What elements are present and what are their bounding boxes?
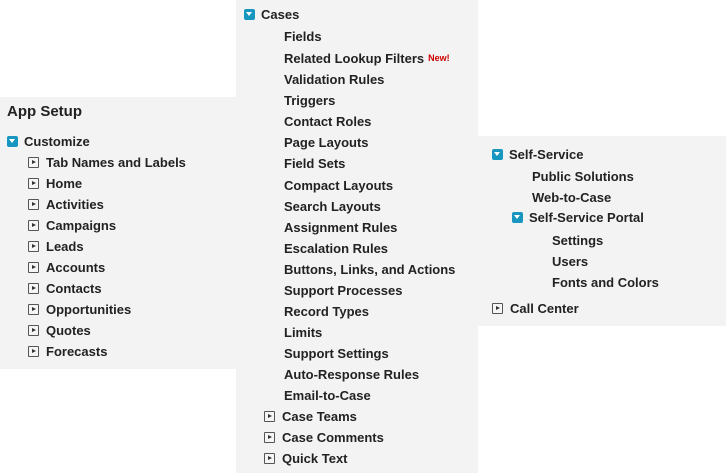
- tree-node-self-service[interactable]: Self-Service: [492, 147, 583, 163]
- portal-link-users[interactable]: Users: [552, 254, 588, 270]
- cases-link-contact-roles[interactable]: Contact Roles: [284, 114, 371, 130]
- cases-link-triggers[interactable]: Triggers: [284, 93, 335, 109]
- portal-link-fonts-and-colors[interactable]: Fonts and Colors: [552, 275, 659, 291]
- tree-node-label: Cases: [261, 7, 300, 22]
- tree-node-label: Case Comments: [282, 430, 384, 445]
- tree-node-label: Quick Text: [282, 451, 348, 466]
- tree-node-label: Contacts: [46, 281, 102, 296]
- tree-node-label: Activities: [46, 197, 104, 212]
- cases-link-support-settings[interactable]: Support Settings: [284, 346, 389, 362]
- cases-link-compact-layouts[interactable]: Compact Layouts: [284, 178, 393, 194]
- collapsed-triangle-icon[interactable]: [28, 283, 39, 294]
- collapsed-triangle-icon[interactable]: [28, 220, 39, 231]
- tree-node-label: Accounts: [46, 260, 106, 275]
- collapsed-triangle-icon[interactable]: [28, 346, 39, 357]
- tree-node-customize[interactable]: Customize: [7, 134, 90, 150]
- tree-node-case-comments[interactable]: Case Comments: [264, 430, 384, 446]
- tree-node-opportunities[interactable]: Opportunities: [28, 302, 131, 318]
- cases-link-search-layouts[interactable]: Search Layouts: [284, 199, 381, 215]
- tree-node-label: Forecasts: [46, 344, 108, 359]
- tree-node-label: Call Center: [510, 301, 579, 316]
- tree-node-case-teams[interactable]: Case Teams: [264, 409, 357, 425]
- cases-link-field-sets[interactable]: Field Sets: [284, 156, 345, 172]
- link-label: Related Lookup Filters: [284, 51, 425, 66]
- cases-link-page-layouts[interactable]: Page Layouts: [284, 135, 369, 151]
- expanded-triangle-icon[interactable]: [7, 136, 18, 147]
- collapsed-triangle-icon[interactable]: [28, 241, 39, 252]
- tree-node-tab-names-and-labels[interactable]: Tab Names and Labels: [28, 155, 186, 171]
- cases-link-assignment-rules[interactable]: Assignment Rules: [284, 220, 397, 236]
- tree-node-accounts[interactable]: Accounts: [28, 260, 105, 276]
- tree-node-label: Home: [46, 176, 83, 191]
- collapsed-triangle-icon[interactable]: [264, 432, 275, 443]
- tree-node-label: Customize: [24, 134, 90, 149]
- cases-link-auto-response-rules[interactable]: Auto-Response Rules: [284, 367, 419, 383]
- cases-link-record-types[interactable]: Record Types: [284, 304, 369, 320]
- tree-node-campaigns[interactable]: Campaigns: [28, 218, 116, 234]
- cases-link-escalation-rules[interactable]: Escalation Rules: [284, 241, 388, 257]
- tree-node-leads[interactable]: Leads: [28, 239, 84, 255]
- tree-node-label: Leads: [46, 239, 84, 254]
- collapsed-triangle-icon[interactable]: [28, 325, 39, 336]
- collapsed-triangle-icon[interactable]: [264, 411, 275, 422]
- expanded-triangle-icon[interactable]: [512, 212, 523, 223]
- collapsed-triangle-icon[interactable]: [28, 304, 39, 315]
- tree-node-cases[interactable]: Cases: [244, 7, 299, 23]
- tree-node-label: Self-Service Portal: [529, 210, 644, 225]
- collapsed-triangle-icon[interactable]: [28, 199, 39, 210]
- expanded-triangle-icon[interactable]: [244, 9, 255, 20]
- tree-node-label: Quotes: [46, 323, 91, 338]
- self-service-link-web-to-case[interactable]: Web-to-Case: [532, 190, 611, 206]
- new-badge: New!: [428, 53, 450, 63]
- tree-node-label: Self-Service: [509, 147, 584, 162]
- cases-link-fields[interactable]: Fields: [284, 29, 322, 45]
- self-service-panel: [478, 136, 726, 326]
- collapsed-triangle-icon[interactable]: [492, 303, 503, 314]
- collapsed-triangle-icon[interactable]: [28, 157, 39, 168]
- tree-node-label: Opportunities: [46, 302, 132, 317]
- portal-link-settings[interactable]: Settings: [552, 233, 603, 249]
- app-setup-heading: App Setup: [7, 103, 82, 120]
- self-service-link-public-solutions[interactable]: Public Solutions: [532, 169, 634, 185]
- tree-node-forecasts[interactable]: Forecasts: [28, 344, 107, 360]
- tree-node-call-center[interactable]: Call Center: [492, 301, 579, 317]
- cases-link-buttons-links-actions[interactable]: Buttons, Links, and Actions: [284, 262, 455, 278]
- cases-link-support-processes[interactable]: Support Processes: [284, 283, 403, 299]
- expanded-triangle-icon[interactable]: [492, 149, 503, 160]
- tree-node-quick-text[interactable]: Quick Text: [264, 451, 348, 467]
- tree-node-activities[interactable]: Activities: [28, 197, 104, 213]
- collapsed-triangle-icon[interactable]: [28, 262, 39, 273]
- tree-node-label: Campaigns: [46, 218, 117, 233]
- cases-link-email-to-case[interactable]: Email-to-Case: [284, 388, 371, 404]
- cases-link-validation-rules[interactable]: Validation Rules: [284, 72, 384, 88]
- tree-node-self-service-portal[interactable]: Self-Service Portal: [512, 210, 644, 226]
- cases-link-related-lookup-filters[interactable]: Related Lookup Filters New!: [284, 50, 450, 66]
- collapsed-triangle-icon[interactable]: [28, 178, 39, 189]
- tree-node-label: Tab Names and Labels: [46, 155, 186, 170]
- cases-link-limits[interactable]: Limits: [284, 325, 322, 341]
- tree-node-home[interactable]: Home: [28, 176, 82, 192]
- collapsed-triangle-icon[interactable]: [264, 453, 275, 464]
- tree-node-label: Case Teams: [282, 409, 357, 424]
- tree-node-quotes[interactable]: Quotes: [28, 323, 91, 339]
- tree-node-contacts[interactable]: Contacts: [28, 281, 102, 297]
